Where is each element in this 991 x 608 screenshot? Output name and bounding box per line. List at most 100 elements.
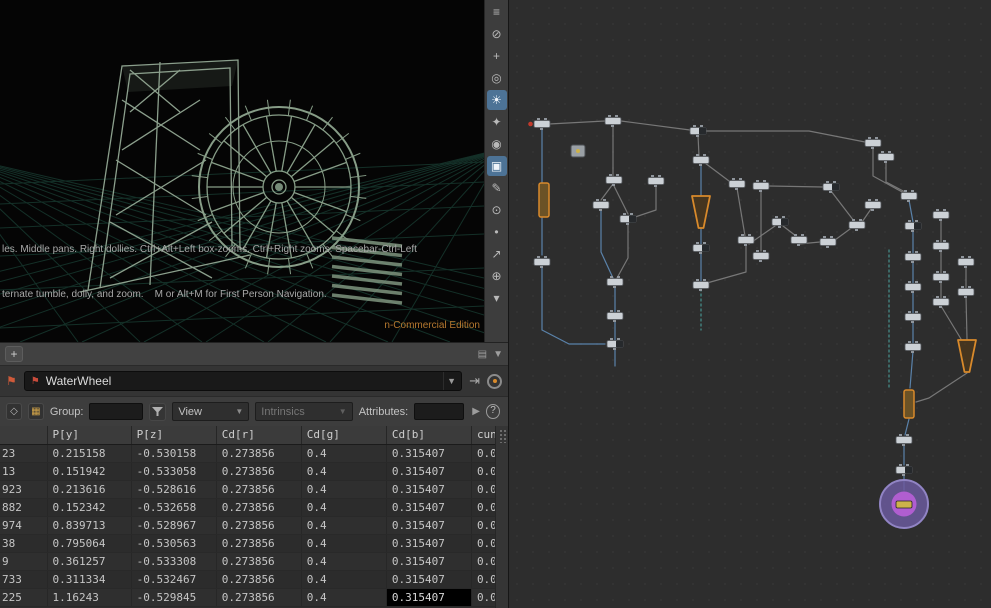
geometry-display-icon[interactable]: ▣ <box>487 156 507 176</box>
value-cell[interactable]: 0.273856 <box>216 552 301 570</box>
value-cell[interactable]: 0.315407 <box>386 516 471 534</box>
spreadsheet-scrollbar[interactable] <box>495 426 508 608</box>
value-cell[interactable]: 0.0 <box>471 498 495 516</box>
filter-button[interactable] <box>149 403 166 421</box>
measure-icon[interactable]: ⊕ <box>487 266 507 286</box>
value-cell[interactable]: 0.0 <box>471 570 495 588</box>
value-cell[interactable]: 0.273856 <box>216 516 301 534</box>
column-header[interactable]: Cd[b] <box>386 426 471 444</box>
vertex-mode-icon[interactable]: ◇ <box>6 403 22 420</box>
value-cell[interactable]: 0.151942 <box>47 462 131 480</box>
pin-icon[interactable]: ⇥ <box>469 373 480 389</box>
value-cell[interactable]: 0.0 <box>471 516 495 534</box>
value-cell[interactable]: 0.4 <box>301 462 386 480</box>
column-header[interactable]: cun <box>471 426 495 444</box>
network-node[interactable] <box>605 115 621 127</box>
intrinsics-dropdown[interactable]: Intrinsics ▼ <box>255 402 352 421</box>
pane-collapse-icon[interactable]: ▼ <box>493 349 503 360</box>
point-mode-icon[interactable]: ▦ <box>28 403 44 420</box>
network-node[interactable] <box>753 250 769 262</box>
row-number-cell[interactable]: 13 <box>0 462 47 480</box>
value-cell[interactable]: 0.315407 <box>386 498 471 516</box>
selected-node[interactable] <box>692 196 710 228</box>
value-cell[interactable]: 0.4 <box>301 570 386 588</box>
value-cell[interactable]: 0.273856 <box>216 480 301 498</box>
viewport-3d-scene[interactable] <box>0 0 484 342</box>
select-mode-icon[interactable]: ◎ <box>487 68 507 88</box>
group-input[interactable] <box>89 403 143 420</box>
transform-icon[interactable]: ↗ <box>487 244 507 264</box>
network-node[interactable] <box>958 256 974 268</box>
network-node[interactable] <box>865 199 881 211</box>
network-node[interactable] <box>528 118 550 130</box>
menu-icon[interactable]: ≡ <box>487 2 507 22</box>
value-cell[interactable]: -0.530563 <box>131 534 216 552</box>
value-cell[interactable]: 0.4 <box>301 444 386 462</box>
attributes-input[interactable] <box>414 403 464 420</box>
selected-node[interactable] <box>958 340 976 372</box>
value-cell[interactable]: -0.528967 <box>131 516 216 534</box>
network-node[interactable] <box>593 199 609 211</box>
network-node[interactable] <box>896 434 912 446</box>
point-display-icon[interactable]: • <box>487 222 507 242</box>
eyedropper-icon[interactable]: ⊙ <box>487 200 507 220</box>
row-number-cell[interactable]: 225 <box>0 588 47 606</box>
value-cell[interactable]: 0.361257 <box>47 552 131 570</box>
snap-icon[interactable]: ✦ <box>487 112 507 132</box>
network-node[interactable] <box>901 190 917 202</box>
value-cell[interactable]: 0.273856 <box>216 534 301 552</box>
value-cell[interactable]: 0.839713 <box>47 516 131 534</box>
column-header[interactable] <box>0 426 47 444</box>
value-cell[interactable]: 0.315407 <box>386 462 471 480</box>
network-node[interactable] <box>648 175 664 187</box>
help-icon[interactable]: ? <box>486 404 500 419</box>
toolbar-scroll-icon[interactable]: ▾ <box>487 288 507 308</box>
value-cell[interactable]: 1.16243 <box>47 588 131 606</box>
value-cell[interactable]: -0.528616 <box>131 480 216 498</box>
camera-icon[interactable]: ◉ <box>487 134 507 154</box>
value-cell[interactable]: 0.315407 <box>386 480 471 498</box>
network-node[interactable] <box>607 276 623 288</box>
pane-layout-icon[interactable]: ▤ <box>478 349 487 360</box>
value-cell[interactable]: 0.0 <box>471 588 495 606</box>
row-number-cell[interactable]: 733 <box>0 570 47 588</box>
row-number-cell[interactable]: 974 <box>0 516 47 534</box>
path-dropdown-icon[interactable]: ▼ <box>443 372 459 390</box>
column-header[interactable]: Cd[g] <box>301 426 386 444</box>
value-cell[interactable]: 0.273856 <box>216 570 301 588</box>
value-cell[interactable]: 0.0 <box>471 534 495 552</box>
value-cell[interactable]: 0.0 <box>471 462 495 480</box>
column-header[interactable]: Cd[r] <box>216 426 301 444</box>
value-cell[interactable]: -0.533308 <box>131 552 216 570</box>
value-cell[interactable]: 0.273856 <box>216 444 301 462</box>
value-cell[interactable]: 0.152342 <box>47 498 131 516</box>
column-header[interactable]: P[z] <box>131 426 216 444</box>
value-cell[interactable]: 0.4 <box>301 498 386 516</box>
network-node[interactable] <box>791 234 807 246</box>
value-cell[interactable]: 0.4 <box>301 480 386 498</box>
add-view-icon[interactable]: + <box>487 46 507 66</box>
value-cell[interactable]: 0.0 <box>471 552 495 570</box>
network-node[interactable] <box>571 145 585 157</box>
network-editor[interactable] <box>509 0 991 608</box>
value-cell[interactable]: 0.315407 <box>386 552 471 570</box>
output-node[interactable] <box>880 480 928 528</box>
selected-node[interactable] <box>904 390 914 418</box>
network-node[interactable] <box>823 181 839 193</box>
network-node[interactable] <box>620 213 636 225</box>
value-cell[interactable]: -0.532658 <box>131 498 216 516</box>
lock-icon[interactable]: ⊘ <box>487 24 507 44</box>
row-number-cell[interactable]: 9 <box>0 552 47 570</box>
value-cell[interactable]: 0.4 <box>301 534 386 552</box>
network-node[interactable] <box>820 236 836 248</box>
lighting-icon[interactable]: ☀ <box>487 90 507 110</box>
value-cell[interactable]: 0.273856 <box>216 588 301 606</box>
column-header[interactable]: P[y] <box>47 426 131 444</box>
scrollbar-grip[interactable] <box>499 429 506 443</box>
value-cell[interactable]: 0.315407 <box>386 570 471 588</box>
value-cell[interactable]: 0.795064 <box>47 534 131 552</box>
value-cell[interactable]: 0.4 <box>301 588 386 606</box>
network-node[interactable] <box>534 256 550 268</box>
edit-icon[interactable]: ✎ <box>487 178 507 198</box>
row-number-cell[interactable]: 923 <box>0 480 47 498</box>
